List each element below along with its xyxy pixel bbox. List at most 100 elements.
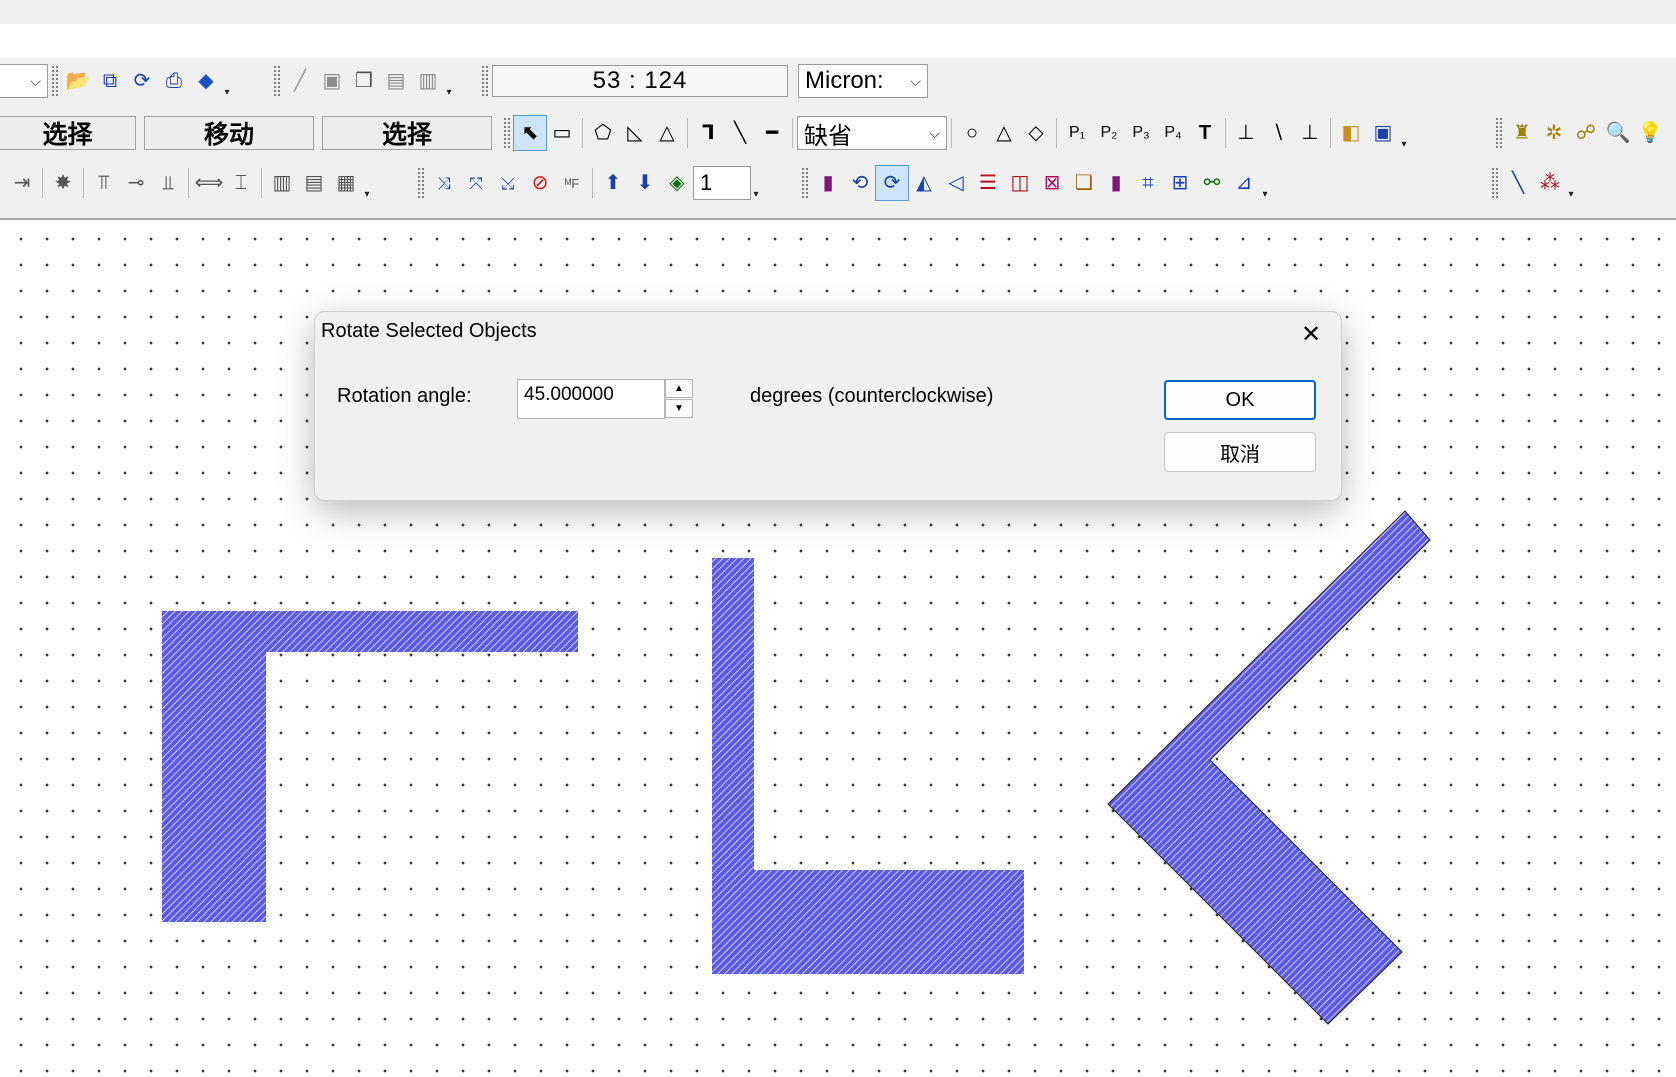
cancel-button[interactable]: 取消 — [1164, 432, 1316, 472]
layer-up-icon[interactable]: ⬆ — [597, 166, 629, 200]
line-icon[interactable]: ━ — [756, 116, 788, 150]
open-folder-icon[interactable]: 📂 — [62, 64, 94, 98]
split-icon[interactable]: ◫ — [1004, 166, 1036, 200]
chart-icon[interactable]: ⊿ — [1228, 166, 1260, 200]
ruler-check-icon[interactable]: ⁂ — [1534, 166, 1566, 200]
arc-icon[interactable]: ◇ — [1020, 116, 1052, 150]
cell-combo[interactable]: ⌵ — [0, 64, 48, 98]
toolbar-grip[interactable] — [801, 167, 809, 199]
snap-1-icon[interactable]: ⤨ — [428, 166, 460, 200]
merge-icon[interactable]: ᴹF — [556, 166, 588, 200]
arrow-select-icon[interactable]: ⬉ — [513, 115, 547, 151]
toolbar-overflow-icon[interactable]: ▾ — [1260, 166, 1270, 200]
copy-icon[interactable]: ⧉ — [94, 64, 126, 98]
bulb-icon[interactable]: 💡 — [1634, 116, 1666, 150]
layer-down-icon[interactable]: ⬇ — [629, 166, 661, 200]
shape-rotated-90[interactable] — [712, 558, 1024, 974]
polygon-icon[interactable]: ⬠ — [587, 116, 619, 150]
refresh-icon[interactable]: ⟳ — [126, 64, 158, 98]
shape-rotated-45[interactable] — [1107, 510, 1431, 1025]
array-icon[interactable]: ▣ — [1367, 116, 1399, 150]
rotate-selected-icon[interactable]: ⟳ — [875, 165, 909, 201]
toolbar-grip[interactable] — [1491, 167, 1499, 199]
zoom-icon[interactable]: 🔍 — [1602, 116, 1634, 150]
ruler-2-icon[interactable]: ⊥ — [1294, 116, 1326, 150]
eraser-icon[interactable]: ◆ — [190, 64, 222, 98]
align-top-icon[interactable]: ⫪ — [88, 166, 120, 200]
path-icon[interactable]: ⅂ — [692, 116, 724, 150]
port-icon[interactable]: P₁ — [1061, 116, 1093, 150]
save-icon[interactable]: ▣ — [316, 64, 348, 98]
spin-up-icon[interactable]: ▲ — [665, 379, 693, 398]
clipboard-icon[interactable]: ▮ — [812, 166, 844, 200]
angle-ruler-icon[interactable]: ∖ — [1262, 116, 1294, 150]
distribute-v-icon[interactable]: ⌶ — [225, 166, 257, 200]
rotation-angle-input[interactable]: 45.000000 — [517, 379, 665, 419]
snap-3-icon[interactable]: ⤩ — [492, 166, 524, 200]
layer-number-field[interactable]: 1 — [693, 166, 751, 200]
mirror-icon[interactable]: ◭ — [908, 166, 940, 200]
spin-down-icon[interactable]: ▼ — [665, 399, 693, 418]
toolbar-grip[interactable] — [503, 117, 511, 149]
circle-icon[interactable]: ○ — [956, 116, 988, 150]
instance-icon[interactable]: ◧ — [1335, 116, 1367, 150]
layer-icon[interactable]: ◈ — [661, 166, 693, 200]
toolbar-grip[interactable] — [481, 65, 489, 97]
window-alt-icon[interactable]: ▥ — [412, 64, 444, 98]
text-tool-icon[interactable]: T — [1189, 116, 1221, 150]
move-mode-button[interactable]: 移动 — [144, 116, 314, 150]
stack-icon[interactable]: ☰ — [972, 166, 1004, 200]
bounding-box-icon[interactable]: ⌗ — [1132, 166, 1164, 200]
binoculars-icon[interactable]: ☍ — [1570, 116, 1602, 150]
group-icon[interactable]: ❏ — [1068, 166, 1100, 200]
cell-hierarchy-icon[interactable]: ♜ — [1506, 116, 1538, 150]
rectangle-icon[interactable]: ▭ — [546, 116, 578, 150]
align-middle-icon[interactable]: ⊸ — [120, 166, 152, 200]
probe-icon[interactable]: ╲ — [1502, 166, 1534, 200]
ok-button[interactable]: OK — [1164, 380, 1316, 420]
no-snap-icon[interactable]: ⊘ — [524, 166, 556, 200]
toolbar-overflow-icon[interactable]: ▾ — [1399, 116, 1409, 150]
port-3-icon[interactable]: P₃ — [1125, 116, 1157, 150]
same-width-icon[interactable]: ▥ — [266, 166, 298, 200]
chip-icon[interactable]: ✸ — [47, 166, 79, 200]
port-2-icon[interactable]: P₂ — [1093, 116, 1125, 150]
same-height-icon[interactable]: ▤ — [298, 166, 330, 200]
shape-original[interactable] — [162, 611, 578, 922]
align-left-icon[interactable]: ⇥ — [6, 166, 38, 200]
same-size-icon[interactable]: ▦ — [330, 166, 362, 200]
toolbar-grip[interactable] — [417, 167, 425, 199]
triangle-outline-icon[interactable]: △ — [651, 116, 683, 150]
toolbar-grip[interactable] — [273, 65, 281, 97]
toolbar-overflow-icon[interactable]: ▾ — [1566, 166, 1576, 200]
ungroup-icon[interactable]: ▮ — [1100, 166, 1132, 200]
glasses-icon[interactable]: ⚯ — [1196, 166, 1228, 200]
window-icon[interactable]: ▤ — [380, 64, 412, 98]
pie-icon[interactable]: △ — [988, 116, 1020, 150]
close-icon[interactable]: ✕ — [1295, 318, 1327, 350]
pencil-icon[interactable]: ╱ — [284, 64, 316, 98]
array-place-icon[interactable]: ⊞ — [1164, 166, 1196, 200]
port-4-icon[interactable]: P₄ — [1157, 116, 1189, 150]
units-combo[interactable]: Micron: ⌵ — [798, 64, 928, 98]
toolbar-overflow-icon[interactable]: ▾ — [362, 166, 372, 200]
toolbar-overflow-icon[interactable]: ▾ — [444, 64, 454, 98]
toolbar-grip[interactable] — [51, 65, 59, 97]
toolbar-overflow-icon[interactable]: ▾ — [751, 166, 761, 200]
print-icon[interactable]: ⎙ — [158, 64, 190, 98]
save-all-icon[interactable]: ❒ — [348, 64, 380, 98]
ruler-icon[interactable]: ⊥ — [1230, 116, 1262, 150]
settings-icon[interactable]: ✲ — [1538, 116, 1570, 150]
line-style-combo[interactable]: 缺省 ⌵ — [797, 116, 947, 150]
select-mode-button[interactable]: 选择 — [0, 116, 136, 150]
triangle-icon[interactable]: ◺ — [619, 116, 651, 150]
rotation-angle-spinner[interactable]: ▲ ▼ — [665, 379, 695, 419]
select-mode-2-button[interactable]: 选择 — [322, 116, 492, 150]
snap-2-icon[interactable]: ⤧ — [460, 166, 492, 200]
rotate-icon[interactable]: ⟲ — [844, 166, 876, 200]
flip-icon[interactable]: ◁ — [940, 166, 972, 200]
toolbar-overflow-icon[interactable]: ▾ — [222, 64, 232, 98]
wire-icon[interactable]: ╲ — [724, 116, 756, 150]
distribute-h-icon[interactable]: ⟺ — [193, 166, 225, 200]
align-bottom-icon[interactable]: ⫫ — [152, 166, 184, 200]
